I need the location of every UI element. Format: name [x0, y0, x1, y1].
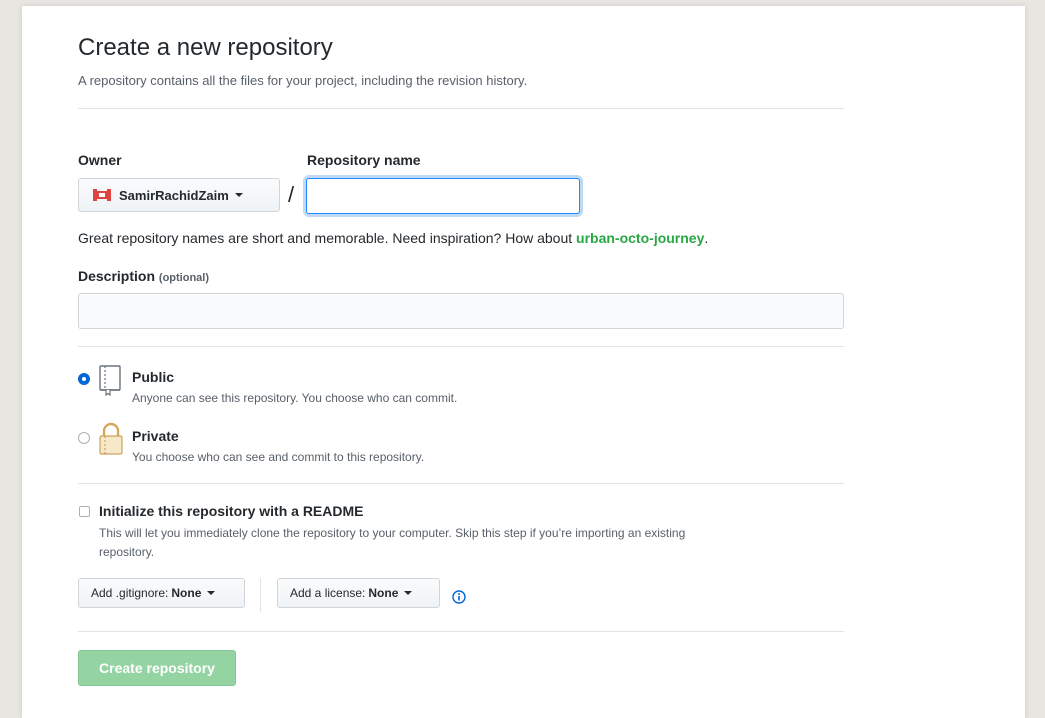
create-repository-button[interactable]: Create repository — [78, 650, 236, 686]
readme-title: Initialize this repository with a README — [99, 503, 364, 519]
owner-repo-separator: / — [288, 182, 295, 207]
owner-label: Owner — [78, 152, 122, 168]
page-sheet: Create a new repository A repository con… — [22, 6, 1025, 718]
owner-name: SamirRachidZaim — [119, 187, 229, 203]
page-title: Create a new repository — [78, 34, 333, 61]
owner-dropdown[interactable]: SamirRachidZaim — [78, 178, 280, 212]
public-radio[interactable] — [78, 373, 90, 385]
page-subtitle: A repository contains all the files for … — [78, 73, 528, 88]
name-suggestion-link[interactable]: urban-octo-journey — [576, 230, 704, 246]
license-dropdown[interactable]: Add a license: None — [277, 578, 440, 608]
lock-icon — [99, 422, 123, 455]
readme-checkbox[interactable] — [79, 506, 90, 517]
repo-name-input[interactable] — [306, 178, 580, 214]
description-input[interactable] — [78, 293, 844, 329]
private-title: Private — [132, 428, 179, 444]
dropdown-separator — [260, 578, 261, 612]
readme-description-line2: repository. — [99, 545, 155, 559]
options-divider — [78, 631, 844, 632]
name-hint-suffix: . — [704, 230, 709, 246]
chevron-down-icon — [404, 591, 413, 595]
header-divider — [78, 108, 844, 109]
public-title: Public — [132, 369, 175, 385]
description-label: Description (optional) — [78, 268, 209, 284]
owner-avatar-icon — [93, 189, 111, 201]
repo-name-label: Repository name — [307, 152, 421, 168]
readme-description-line1: This will let you immediately clone the … — [99, 526, 686, 540]
info-icon[interactable] — [452, 590, 466, 604]
name-hint: Great repository names are short and mem… — [78, 230, 708, 246]
optional-tag: (optional) — [158, 272, 210, 284]
license-label: Add a license: — [290, 586, 366, 600]
description-label-text: Description — [78, 268, 156, 284]
name-hint-text: Great repository names are short and mem… — [78, 230, 577, 246]
chevron-down-icon — [207, 591, 216, 595]
gitignore-value: None — [171, 586, 202, 600]
private-description: You choose who can see and commit to thi… — [132, 450, 425, 464]
private-radio[interactable] — [78, 432, 90, 444]
repo-book-icon — [99, 365, 121, 396]
license-value: None — [368, 586, 399, 600]
chevron-down-icon — [234, 193, 243, 197]
public-description: Anyone can see this repository. You choo… — [132, 391, 458, 405]
description-divider — [78, 346, 844, 347]
gitignore-label: Add .gitignore: — [91, 586, 169, 600]
gitignore-dropdown[interactable]: Add .gitignore: None — [78, 578, 245, 608]
visibility-divider — [78, 483, 844, 484]
